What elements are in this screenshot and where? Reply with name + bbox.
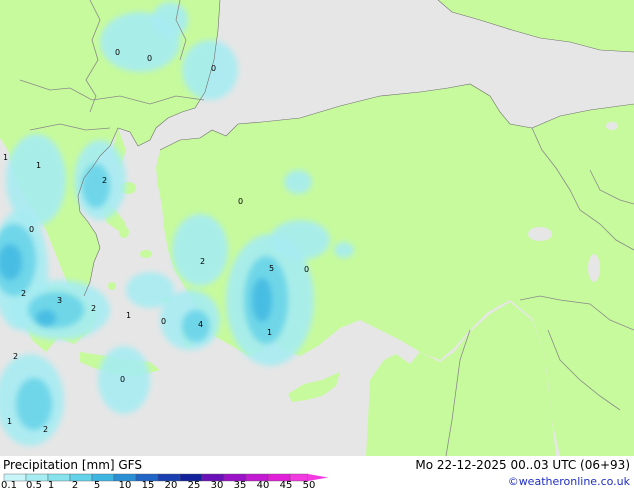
precip-value: 0 — [147, 54, 152, 63]
credit-link[interactable]: ©weatheronline.co.uk — [508, 475, 630, 489]
lake-urmia — [588, 254, 600, 282]
precip-value: 3 — [57, 296, 62, 305]
precip-value: 2 — [43, 425, 48, 434]
precip-value: 0 — [238, 197, 243, 206]
precip-value: 5 — [269, 264, 274, 273]
precip-value: 2 — [91, 304, 96, 313]
forecast-datetime: Mo 22-12-2025 00..03 UTC (06+93) — [415, 458, 630, 472]
precip-value: 2 — [13, 352, 18, 361]
precip-value: 1 — [3, 153, 8, 162]
samos — [140, 250, 152, 258]
precip-value: 0 — [115, 48, 120, 57]
precip-value: 0 — [29, 225, 34, 234]
lake-van — [528, 227, 552, 241]
precip-value: 2 — [102, 176, 107, 185]
precip-value: 0 — [304, 265, 309, 274]
precip-value: 1 — [267, 328, 272, 337]
precip-value: 0 — [161, 317, 166, 326]
precip-value: 1 — [7, 417, 12, 426]
map-title: Precipitation [mm] GFS — [3, 458, 142, 472]
precip-value: 0 — [211, 64, 216, 73]
precip-value: 1 — [126, 311, 131, 320]
naxos — [108, 282, 116, 290]
precip-value: 1 — [36, 161, 41, 170]
precip-value: 0 — [120, 375, 125, 384]
chios — [119, 226, 129, 238]
precip-value: 4 — [198, 320, 203, 329]
precip-value: 2 — [21, 289, 26, 298]
lake-small-north — [606, 122, 618, 130]
precip-value: 2 — [200, 257, 205, 266]
precipitation-map: 0 0 0 1 1 2 0 0 2 2 3 2 1 0 4 5 0 1 2 0 … — [0, 0, 634, 456]
